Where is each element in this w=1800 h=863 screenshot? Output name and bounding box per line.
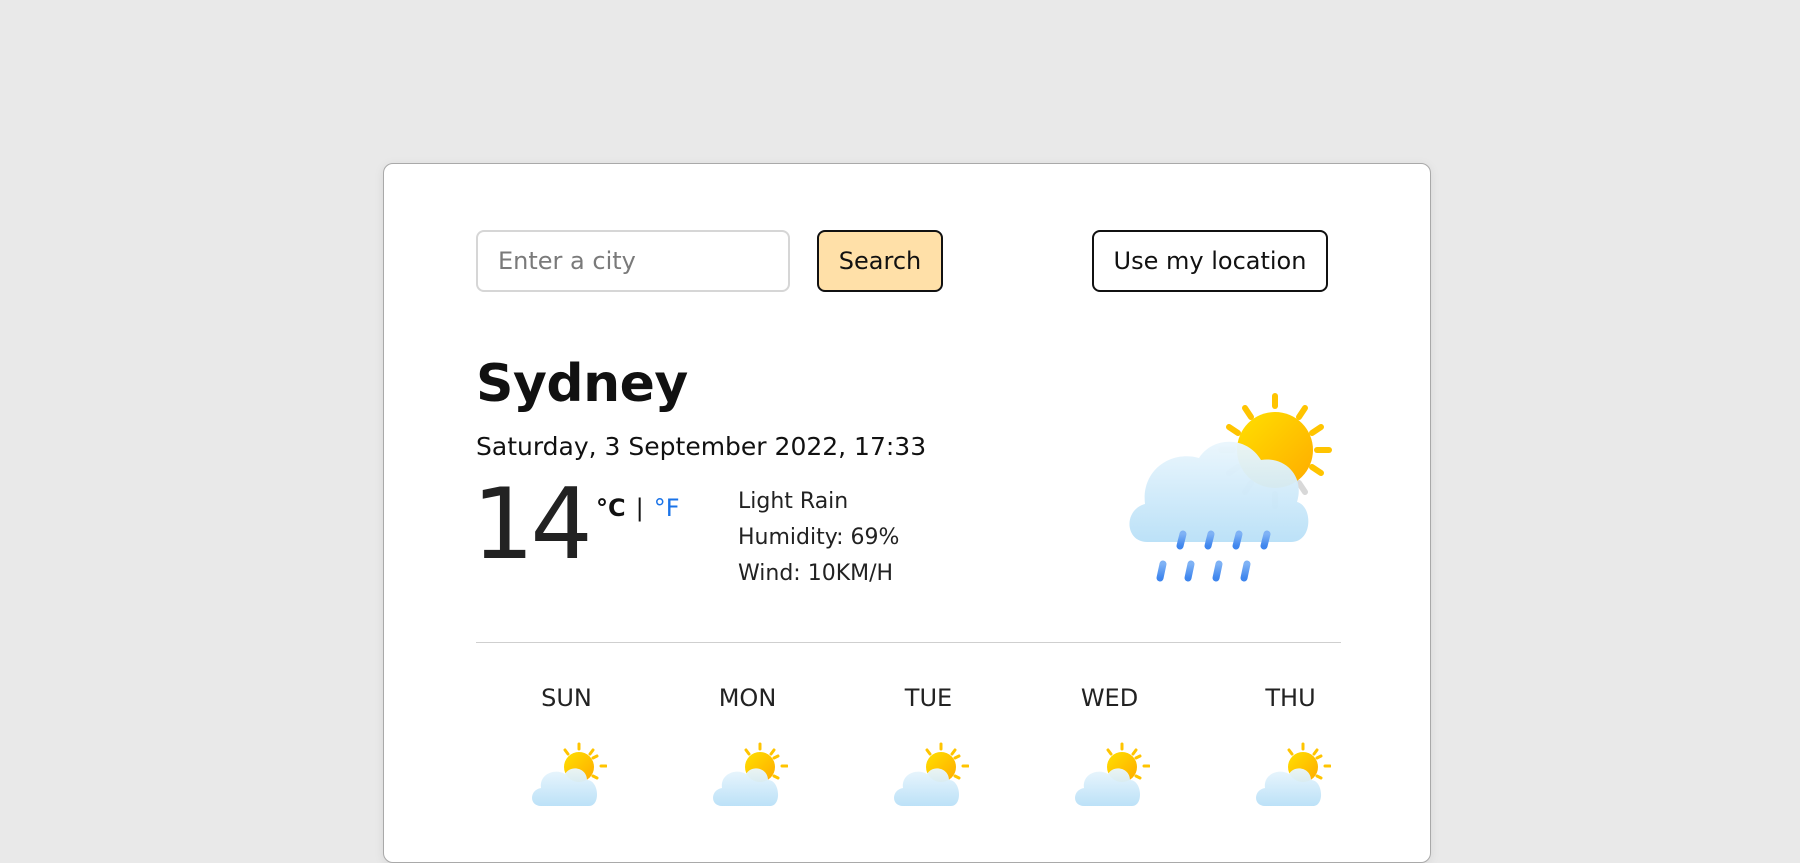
forecast-day: WED: [1019, 684, 1200, 810]
unit-toggle: °C | °F: [596, 494, 680, 522]
forecast-day: MON: [657, 684, 838, 810]
use-my-location-button[interactable]: Use my location: [1092, 230, 1328, 292]
current-datetime: Saturday, 3 September 2022, 17:33: [476, 432, 927, 461]
humidity-value: Humidity: 69%: [738, 525, 900, 550]
weather-card: Search Use my location Sydney Saturday, …: [383, 163, 1431, 863]
sun-cloud-rain-icon: [1129, 393, 1332, 582]
forecast-day: SUN: [476, 684, 657, 810]
celsius-unit[interactable]: °C: [596, 494, 626, 522]
unit-separator: |: [635, 494, 644, 522]
city-name: Sydney: [476, 354, 688, 414]
wind-value: Wind: 10KM/H: [738, 561, 894, 586]
forecast-row: SUN MON TUE WED THU: [476, 684, 1341, 810]
search-button[interactable]: Search: [817, 230, 943, 292]
forecast-day-name: SUN: [541, 684, 592, 712]
weather-details: Light Rain Humidity: 69% Wind: 10KM/H: [738, 484, 899, 592]
weather-description: Light Rain: [738, 489, 849, 514]
forecast-day: TUE: [838, 684, 1019, 810]
fahrenheit-link[interactable]: °F: [654, 494, 680, 522]
forecast-day: THU: [1200, 684, 1381, 810]
forecast-day-name: MON: [718, 684, 777, 712]
current-temperature: 14: [472, 468, 593, 582]
forecast-day-name: WED: [1080, 684, 1139, 712]
section-divider: [476, 642, 1341, 643]
forecast-day-name: THU: [1265, 684, 1316, 712]
city-search-input[interactable]: [476, 230, 790, 292]
forecast-day-name: TUE: [904, 684, 953, 712]
